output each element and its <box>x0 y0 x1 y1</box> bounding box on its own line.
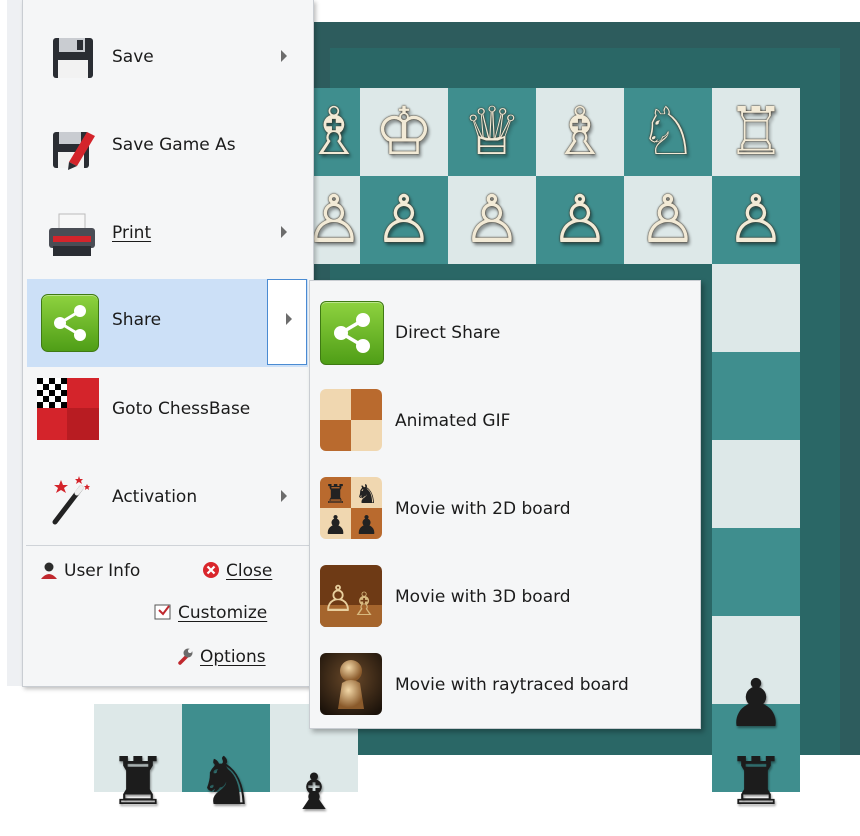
white-pawn-piece[interactable]: ♙ <box>536 176 624 264</box>
svg-text:♟: ♟ <box>355 511 378 539</box>
user-icon <box>41 562 57 579</box>
raytraced-pawn-icon <box>320 653 382 715</box>
wrench-icon <box>178 648 193 665</box>
submenu-item-movie-3d[interactable]: ♙ ♗ Movie with 3D board <box>310 549 700 637</box>
menu-item-label: Print <box>112 223 152 243</box>
white-pawn-piece[interactable]: ♙ <box>624 176 712 264</box>
svg-text:♗: ♗ <box>350 585 379 623</box>
floppy-disk-icon <box>53 38 93 78</box>
submenu-arrow-icon <box>281 226 287 238</box>
board-square[interactable] <box>712 528 800 616</box>
submenu-arrow-icon <box>286 313 292 325</box>
submenu-item-movie-2d[interactable]: ♜ ♞ ♟ ♟ Movie with 2D board <box>310 461 700 549</box>
close-label: Close <box>226 561 273 581</box>
submenu-item-label: Direct Share <box>395 323 501 343</box>
chess-pieces-3d-icon: ♙ ♗ <box>320 565 382 627</box>
svg-text:♞: ♞ <box>355 480 378 510</box>
white-pawn-piece[interactable]: ♙ <box>448 176 536 264</box>
black-knight-piece[interactable]: ♞ <box>182 738 270 826</box>
board-square[interactable] <box>712 352 800 440</box>
magic-wand-icon <box>52 476 90 525</box>
black-rook-piece[interactable]: ♜ <box>94 738 182 826</box>
white-knight-piece[interactable]: ♘ <box>624 88 712 176</box>
menu-separator <box>26 545 310 546</box>
white-king-piece[interactable]: ♔ <box>360 88 448 176</box>
chessboard-squares-icon <box>320 389 382 451</box>
submenu-item-movie-raytraced[interactable]: Movie with raytraced board <box>310 637 700 725</box>
menu-item-label: Activation <box>112 487 198 507</box>
menu-item-save-game-as[interactable]: Save Game As <box>27 104 308 190</box>
user-info-button[interactable]: User Info <box>40 561 140 581</box>
file-menu: Save Save Game As Print Share Goto Chess… <box>22 0 314 687</box>
printer-icon <box>49 213 95 256</box>
menu-item-label: Share <box>112 310 162 330</box>
black-pawn-piece[interactable]: ♟ <box>712 660 800 748</box>
menu-item-label: Goto ChessBase <box>112 399 251 419</box>
submenu-item-animated-gif[interactable]: Animated GIF <box>310 373 700 461</box>
close-button[interactable]: Close <box>202 561 272 581</box>
close-icon <box>203 562 219 578</box>
submenu-item-label: Movie with 2D board <box>395 499 571 519</box>
share-submenu: Direct Share Animated GIF ♜ ♞ ♟ ♟ Movie … <box>309 280 701 729</box>
menu-item-save[interactable]: Save <box>27 16 308 102</box>
chess-pieces-2d-icon: ♜ ♞ ♟ ♟ <box>320 477 382 539</box>
black-rook-piece[interactable]: ♜ <box>712 738 800 826</box>
white-pawn-piece[interactable]: ♙ <box>712 176 800 264</box>
menu-item-label: Save Game As <box>112 135 236 155</box>
svg-text:♜: ♜ <box>324 480 347 510</box>
share-icon <box>41 294 99 352</box>
options-button[interactable]: Options <box>176 647 266 667</box>
submenu-arrow-icon <box>281 490 287 502</box>
menu-side-strip <box>7 0 23 686</box>
customize-label: Customize <box>178 603 268 623</box>
white-bishop-piece[interactable]: ♗ <box>536 88 624 176</box>
white-pawn-piece[interactable]: ♙ <box>360 176 448 264</box>
user-info-label: User Info <box>64 561 141 581</box>
black-bishop-piece[interactable]: ♝ <box>270 748 358 836</box>
customize-icon <box>154 604 171 620</box>
submenu-item-direct-share[interactable]: Direct Share <box>310 285 700 373</box>
options-label: Options <box>200 647 266 667</box>
white-queen-piece[interactable]: ♕ <box>448 88 536 176</box>
submenu-item-label: Movie with 3D board <box>395 587 571 607</box>
submenu-item-label: Animated GIF <box>395 411 511 431</box>
chessbase-logo-icon <box>37 378 99 440</box>
menu-item-goto-chessbase[interactable]: Goto ChessBase <box>27 368 308 454</box>
customize-button[interactable]: Customize <box>154 603 267 623</box>
submenu-arrow-icon <box>281 50 287 62</box>
share-icon <box>320 301 384 365</box>
submenu-item-label: Movie with raytraced board <box>395 675 629 695</box>
white-rook-piece[interactable]: ♖ <box>712 88 800 176</box>
board-square[interactable] <box>712 264 800 352</box>
board-square[interactable] <box>712 440 800 528</box>
rank-label: 8 <box>62 735 73 753</box>
menu-item-activation[interactable]: Activation <box>27 456 308 542</box>
save-as-icon <box>53 132 95 170</box>
menu-item-print[interactable]: Print <box>27 192 308 278</box>
svg-text:♟: ♟ <box>324 511 347 539</box>
menu-item-share[interactable]: Share <box>27 279 308 367</box>
menu-item-label: Save <box>112 47 154 67</box>
